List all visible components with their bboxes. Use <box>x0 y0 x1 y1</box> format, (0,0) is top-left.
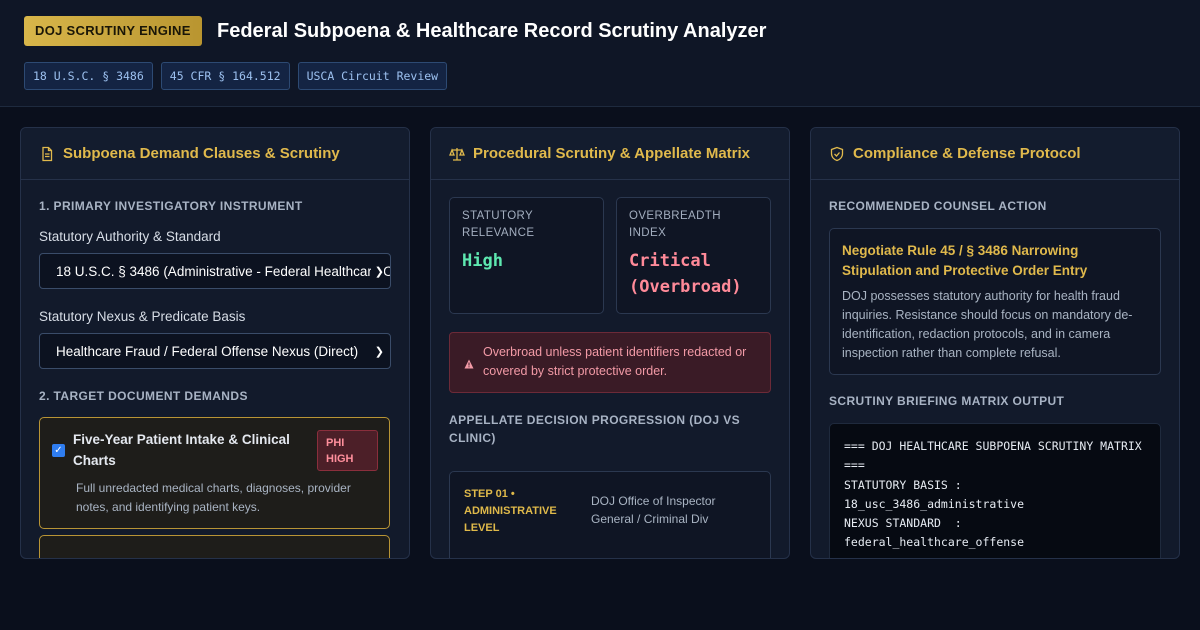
warning-text: Overbroad unless patient identifiers red… <box>483 345 747 378</box>
panel-header: Compliance & Defense Protocol <box>811 128 1179 180</box>
chevron-down-icon: ❯ <box>370 334 384 368</box>
phi-risk-badge: PHI HIGH <box>317 430 378 471</box>
chevron-down-icon: ❯ <box>370 254 384 288</box>
stat-value: High <box>462 251 503 271</box>
statute-tag[interactable]: 18 U.S.C. § 3486 <box>24 62 153 90</box>
action-title: Negotiate Rule 45 / § 3486 Narrowing Sti… <box>842 243 1088 278</box>
document-icon <box>39 146 55 162</box>
panel-title: Subpoena Demand Clauses & Scrutiny <box>63 145 340 162</box>
app-header: DOJ SCRUTINY ENGINE Federal Subpoena & H… <box>0 0 1200 107</box>
demand-card[interactable] <box>39 535 390 558</box>
shield-check-icon <box>829 146 845 162</box>
demand-checkbox[interactable]: ✓ <box>52 444 65 457</box>
warning-icon <box>464 356 474 369</box>
statute-tags: 18 U.S.C. § 3486 45 CFR § 164.512 USCA C… <box>24 62 448 90</box>
step-actor: DOJ Office of Inspector General / Crimin… <box>591 494 716 526</box>
select-value: Healthcare Fraud / Federal Offense Nexus… <box>56 344 359 359</box>
scales-icon <box>449 146 465 162</box>
section-label: 1. PRIMARY INVESTIGATORY INSTRUMENT <box>39 199 303 213</box>
briefing-matrix-output[interactable]: === DOJ HEALTHCARE SUBPOENA SCRUTINY MAT… <box>829 423 1161 558</box>
stat-label: STATUTORY RELEVANCE <box>462 210 535 239</box>
section-label: 2. TARGET DOCUMENT DEMANDS <box>39 389 248 403</box>
step-label: STEP 01 • ADMINISTRATIVE LEVEL <box>464 488 557 534</box>
statutory-nexus-select[interactable]: Healthcare Fraud / Federal Offense Nexus… <box>39 333 391 369</box>
statutory-relevance-card: STATUTORY RELEVANCE High <box>449 197 604 314</box>
panel-header: Procedural Scrutiny & Appellate Matrix <box>431 128 789 180</box>
panel-title: Procedural Scrutiny & Appellate Matrix <box>473 145 751 162</box>
panel-header: Subpoena Demand Clauses & Scrutiny <box>21 128 409 180</box>
panel-title: Compliance & Defense Protocol <box>853 145 1081 162</box>
overbreadth-warning: Overbroad unless patient identifiers red… <box>449 332 771 393</box>
demand-title: Five-Year Patient Intake & Clinical Char… <box>73 432 290 468</box>
stat-label: OVERBREADTH INDEX <box>629 210 721 239</box>
demand-card[interactable]: ✓ Five-Year Patient Intake & Clinical Ch… <box>39 417 390 529</box>
stat-value: Critical (Overbroad) <box>629 251 742 297</box>
action-body: DOJ possesses statutory authority for he… <box>842 289 1133 360</box>
statute-tag[interactable]: 45 CFR § 164.512 <box>160 62 290 90</box>
page-title: Federal Subpoena & Healthcare Record Scr… <box>217 20 767 42</box>
demand-description: Full unredacted medical charts, diagnose… <box>76 481 351 514</box>
field-label: Statutory Authority & Standard <box>39 229 221 244</box>
engine-badge: DOJ SCRUTINY ENGINE <box>24 16 202 46</box>
overbreadth-index-card: OVERBREADTH INDEX Critical (Overbroad) <box>616 197 771 314</box>
section-label: RECOMMENDED COUNSEL ACTION <box>829 199 1047 213</box>
select-value: 18 U.S.C. § 3486 (Administrative - Feder… <box>56 264 390 279</box>
section-label: SCRUTINY BRIEFING MATRIX OUTPUT <box>829 394 1065 408</box>
subpoena-demand-panel: Subpoena Demand Clauses & Scrutiny 1. PR… <box>20 127 410 559</box>
recommended-action-card: Negotiate Rule 45 / § 3486 Narrowing Sti… <box>829 228 1161 375</box>
compliance-defense-panel: Compliance & Defense Protocol RECOMMENDE… <box>810 127 1180 559</box>
statute-tag[interactable]: USCA Circuit Review <box>297 62 448 90</box>
section-label: APPELLATE DECISION PROGRESSION (DOJ VS C… <box>449 413 741 445</box>
statutory-authority-select[interactable]: 18 U.S.C. § 3486 (Administrative - Feder… <box>39 253 391 289</box>
matrix-output-text: === DOJ HEALTHCARE SUBPOENA SCRUTINY MAT… <box>844 439 1142 550</box>
progression-step[interactable]: STEP 01 • ADMINISTRATIVE LEVEL DOJ Offic… <box>449 471 771 558</box>
procedural-scrutiny-panel: Procedural Scrutiny & Appellate Matrix S… <box>430 127 790 559</box>
field-label: Statutory Nexus & Predicate Basis <box>39 309 246 324</box>
